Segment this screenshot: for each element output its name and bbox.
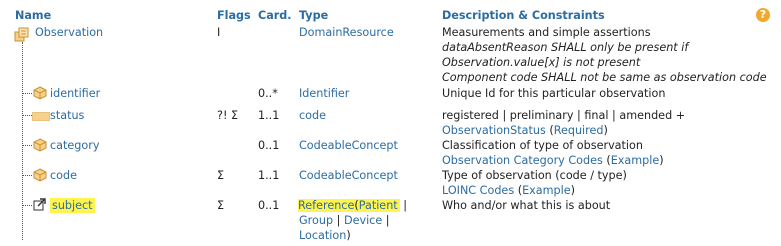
flags-status: ?! Σ [217, 109, 239, 122]
flags-code: Σ [217, 169, 225, 182]
type-domainresource-link[interactable]: DomainResource [299, 25, 394, 40]
column-header-type: Type [299, 9, 329, 22]
resource-icon [14, 27, 30, 46]
help-icon[interactable]: ? [756, 8, 770, 22]
binding-category: Observation Category Codes (Example) [442, 153, 664, 168]
description-observation-line4: Component code SHALL not be same as obse… [442, 71, 767, 84]
type-reference-line3: Location) [299, 228, 351, 243]
element-name-code[interactable]: code [50, 168, 77, 183]
datatype-cube-icon [33, 86, 47, 103]
type-reference: Reference(Patient | [298, 198, 407, 213]
type-separator: | [382, 214, 390, 227]
description-identifier: Unique Id for this particular observatio… [442, 87, 666, 100]
binding-open-paren: ( [602, 154, 611, 167]
tree-connector-status [22, 115, 32, 116]
description-status: registered | preliminary | final | amend… [442, 109, 686, 122]
type-separator: | [333, 214, 341, 227]
binding-link-loinc-codes[interactable]: LOINC Codes [442, 184, 514, 197]
card-subject: 0..1 [258, 199, 280, 212]
element-name-category[interactable]: category [50, 138, 99, 153]
element-name-identifier[interactable]: identifier [50, 86, 100, 101]
binding-strength-example[interactable]: Example [522, 184, 571, 197]
primitive-bar-icon [32, 112, 50, 121]
reference-arrow-icon [33, 198, 46, 214]
binding-close-paren: ) [603, 124, 608, 137]
binding-open-paren: ( [514, 184, 523, 197]
flags-subject: Σ [217, 199, 225, 212]
tree-connector-code [22, 175, 32, 176]
card-category: 0..1 [258, 139, 280, 152]
tree-connector-category [22, 145, 32, 146]
element-name-observation[interactable]: Observation [35, 25, 103, 40]
card-code: 1..1 [258, 169, 280, 182]
type-location-link[interactable]: Location [299, 229, 346, 242]
type-reference-link[interactable]: Reference [298, 199, 354, 212]
tree-connector-identifier [22, 93, 32, 94]
datatype-cube-icon [33, 168, 47, 185]
binding-status: ObservationStatus (Required) [442, 123, 608, 138]
tree-connector-subject [22, 205, 32, 206]
description-observation-line2: dataAbsentReason SHALL only be present i… [442, 41, 689, 54]
description-subject: Who and/or what this is about [442, 199, 611, 212]
datatype-cube-icon [33, 138, 47, 155]
description-code: Type of observation (code / type) [442, 169, 627, 182]
binding-close-paren: ) [570, 184, 575, 197]
type-codeableconcept-link[interactable]: CodeableConcept [299, 138, 398, 153]
binding-link-observation-category-codes[interactable]: Observation Category Codes [442, 154, 603, 167]
description-category: Classification of type of observation [442, 139, 643, 152]
binding-code: LOINC Codes (Example) [442, 183, 575, 198]
type-group-link[interactable]: Group [299, 214, 333, 227]
type-code-link[interactable]: code [299, 108, 326, 123]
element-name-status[interactable]: status [50, 108, 84, 123]
binding-open-paren: ( [545, 124, 554, 137]
type-reference-highlight: Reference(Patient [298, 199, 400, 212]
type-reference-line2: Group | Device | [299, 213, 390, 228]
card-status: 1..1 [258, 109, 280, 122]
binding-link-observationstatus[interactable]: ObservationStatus [442, 124, 546, 137]
type-close-paren: ) [346, 229, 351, 242]
description-observation-line3: Observation.value[x] is not present [442, 56, 641, 69]
structure-table: { "header": { "name": "Name", "flags": "… [0, 0, 781, 246]
tree-line-vertical [22, 42, 23, 240]
column-header-flags: Flags [217, 9, 251, 22]
binding-strength-example[interactable]: Example [611, 154, 660, 167]
column-header-description: Description & Constraints [442, 9, 605, 22]
card-identifier: 0..* [258, 87, 278, 100]
type-identifier-link[interactable]: Identifier [299, 86, 349, 101]
element-name-subject[interactable]: subject [50, 198, 95, 213]
description-observation-line1: Measurements and simple assertions [442, 26, 651, 39]
binding-close-paren: ) [659, 154, 664, 167]
type-device-link[interactable]: Device [344, 214, 382, 227]
type-separator: | [399, 199, 408, 212]
column-header-name: Name [15, 9, 52, 22]
column-header-card: Card. [258, 9, 292, 22]
type-patient-link[interactable]: Patient [359, 199, 398, 212]
type-codeableconcept-link[interactable]: CodeableConcept [299, 168, 398, 183]
flags-observation: I [217, 26, 221, 39]
binding-strength-required[interactable]: Required [554, 124, 604, 137]
